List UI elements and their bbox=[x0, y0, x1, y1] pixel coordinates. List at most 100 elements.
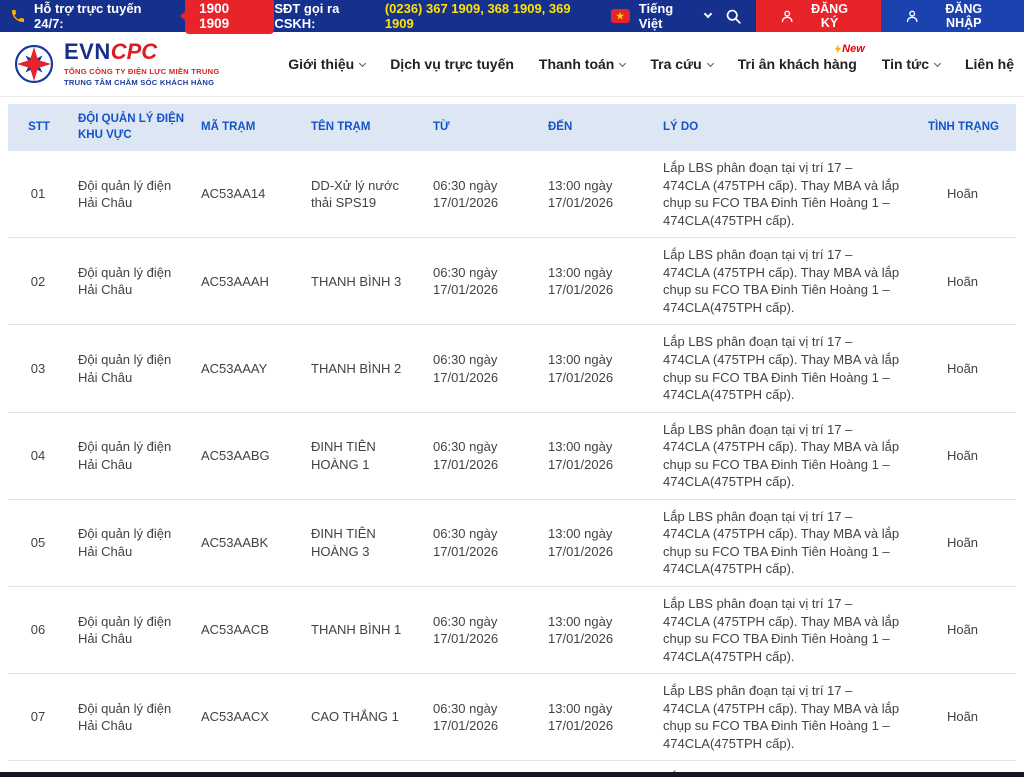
cell-ly_do: Lắp LBS phân đoạn tại vị trí 17 – 474CLA… bbox=[655, 412, 911, 499]
cell-den: 13:00 ngày 17/01/2026 bbox=[540, 674, 655, 761]
cell-tu: 06:30 ngày 17/01/2026 bbox=[425, 325, 540, 412]
brand-text: EVN CPC TỔNG CÔNG TY ĐIỆN LỰC MIỀN TRUNG… bbox=[64, 41, 220, 87]
cell-doi: Đội quản lý điện Hải Châu bbox=[70, 586, 193, 673]
cell-ly_do: Lắp LBS phân đoạn tại vị trí 17 – 474CLA… bbox=[655, 499, 911, 586]
col-ten-tram: TÊN TRẠM bbox=[303, 104, 425, 151]
table-row: 03Đội quản lý điện Hải ChâuAC53AAAYTHANH… bbox=[8, 325, 1016, 412]
nav-dich-vu-truc-tuyen[interactable]: Dịch vụ trực tuyến bbox=[390, 56, 514, 72]
nav-lien-he[interactable]: Liên hệ bbox=[965, 56, 1014, 72]
cell-stt: 06 bbox=[8, 586, 70, 673]
col-ma-tram: MÃ TRẠM bbox=[193, 104, 303, 151]
cell-tu: 06:30 ngày 17/01/2026 bbox=[425, 151, 540, 238]
bottom-bar bbox=[0, 772, 1024, 777]
hotline-badge[interactable]: 1900 1909 bbox=[185, 0, 274, 34]
cell-doi: Đội quản lý điện Hải Châu bbox=[70, 674, 193, 761]
new-badge: New bbox=[834, 43, 865, 55]
cell-den: 13:00 ngày 17/01/2026 bbox=[540, 325, 655, 412]
cell-ten_tram: CAO THẮNG 1 bbox=[303, 674, 425, 761]
cell-tinh_trang: Hoãn bbox=[911, 325, 1016, 412]
topbar-actions: SĐT gọi ra CSKH: (0236) 367 1909, 368 19… bbox=[274, 0, 1024, 32]
cell-tu: 06:30 ngày 17/01/2026 bbox=[425, 586, 540, 673]
register-label: ĐĂNG KÝ bbox=[802, 2, 857, 30]
cell-tu: 06:30 ngày 17/01/2026 bbox=[425, 412, 540, 499]
cell-ma_tram: AC53AAAH bbox=[193, 238, 303, 325]
nav-gioi-thieu[interactable]: Giới thiệu bbox=[288, 56, 365, 72]
chevron-down-icon bbox=[707, 59, 714, 66]
topbar: Hỗ trợ trực tuyến 24/7: 1900 1909 SĐT gọ… bbox=[0, 0, 1024, 32]
col-tu: TỪ bbox=[425, 104, 540, 151]
nav-label: Tra cứu bbox=[650, 56, 701, 72]
cell-den: 13:00 ngày 17/01/2026 bbox=[540, 499, 655, 586]
cskh-numbers: (0236) 367 1909, 368 1909, 369 1909 bbox=[385, 1, 595, 31]
phone-icon bbox=[10, 8, 26, 24]
site-header: EVN CPC TỔNG CÔNG TY ĐIỆN LỰC MIỀN TRUNG… bbox=[0, 32, 1024, 97]
cell-tinh_trang: Hoãn bbox=[911, 412, 1016, 499]
cell-ten_tram: THANH BÌNH 3 bbox=[303, 238, 425, 325]
cell-ten_tram: DD-Xử lý nước thải SPS19 bbox=[303, 151, 425, 238]
col-stt: STT bbox=[8, 104, 70, 151]
search-icon[interactable] bbox=[725, 0, 742, 32]
nav-thanh-toan[interactable]: Thanh toán bbox=[539, 56, 625, 72]
logo-cpc: CPC bbox=[111, 41, 157, 63]
evncpc-logo[interactable]: EVN CPC TỔNG CÔNG TY ĐIỆN LỰC MIỀN TRUNG… bbox=[14, 41, 220, 87]
col-doi-quan-ly: ĐỘI QUẢN LÝ ĐIỆN KHU VỰC bbox=[70, 104, 193, 151]
evn-logo-icon bbox=[14, 44, 54, 84]
nav-label: Tin tức bbox=[882, 56, 929, 72]
vietnam-flag-icon: ★ bbox=[611, 9, 630, 23]
table-row: 02Đội quản lý điện Hải ChâuAC53AAAHTHANH… bbox=[8, 238, 1016, 325]
logo-evn: EVN bbox=[64, 41, 111, 63]
nav-tri-an-khach-hang[interactable]: Tri ân khách hàng New bbox=[738, 56, 857, 72]
cell-ma_tram: AC53AAAY bbox=[193, 325, 303, 412]
nav-label: Giới thiệu bbox=[288, 56, 354, 72]
cell-ma_tram: AC53AABK bbox=[193, 499, 303, 586]
user-icon bbox=[905, 9, 919, 24]
cell-tinh_trang: Hoãn bbox=[911, 238, 1016, 325]
col-den: ĐẾN bbox=[540, 104, 655, 151]
cell-den: 13:00 ngày 17/01/2026 bbox=[540, 586, 655, 673]
cell-ten_tram: ĐINH TIÊN HOÀNG 3 bbox=[303, 499, 425, 586]
chevron-down-icon bbox=[359, 59, 366, 66]
cell-stt: 07 bbox=[8, 674, 70, 761]
cell-den: 13:00 ngày 17/01/2026 bbox=[540, 412, 655, 499]
nav-tra-cuu[interactable]: Tra cứu bbox=[650, 56, 712, 72]
cell-doi: Đội quản lý điện Hải Châu bbox=[70, 238, 193, 325]
main-nav: Giới thiệu Dịch vụ trực tuyến Thanh toán… bbox=[288, 56, 1014, 72]
outage-table: STT ĐỘI QUẢN LÝ ĐIỆN KHU VỰC MÃ TRẠM TÊN… bbox=[8, 104, 1016, 777]
login-button[interactable]: ĐĂNG NHẬP bbox=[881, 0, 1024, 32]
language-label: Tiếng Việt bbox=[639, 1, 698, 31]
cell-doi: Đội quản lý điện Hải Châu bbox=[70, 325, 193, 412]
table-row: 07Đội quản lý điện Hải ChâuAC53AACXCAO T… bbox=[8, 674, 1016, 761]
cell-stt: 04 bbox=[8, 412, 70, 499]
login-label: ĐĂNG NHẬP bbox=[928, 2, 1001, 30]
cell-ma_tram: AC53AACX bbox=[193, 674, 303, 761]
cell-stt: 01 bbox=[8, 151, 70, 238]
cell-ten_tram: THANH BÌNH 2 bbox=[303, 325, 425, 412]
outage-table-wrap: STT ĐỘI QUẢN LÝ ĐIỆN KHU VỰC MÃ TRẠM TÊN… bbox=[8, 104, 1016, 777]
chevron-down-icon bbox=[934, 59, 941, 66]
cell-doi: Đội quản lý điện Hải Châu bbox=[70, 412, 193, 499]
cell-ma_tram: AC53AABG bbox=[193, 412, 303, 499]
cell-tinh_trang: Hoãn bbox=[911, 499, 1016, 586]
language-selector[interactable]: Tiếng Việt bbox=[639, 0, 711, 32]
cell-tu: 06:30 ngày 17/01/2026 bbox=[425, 674, 540, 761]
table-row: 04Đội quản lý điện Hải ChâuAC53AABGĐINH … bbox=[8, 412, 1016, 499]
table-row: 05Đội quản lý điện Hải ChâuAC53AABKĐINH … bbox=[8, 499, 1016, 586]
cell-ly_do: Lắp LBS phân đoạn tại vị trí 17 – 474CLA… bbox=[655, 325, 911, 412]
cell-tu: 06:30 ngày 17/01/2026 bbox=[425, 499, 540, 586]
nav-label: Tri ân khách hàng bbox=[738, 56, 857, 72]
cell-ly_do: Lắp LBS phân đoạn tại vị trí 17 – 474CLA… bbox=[655, 586, 911, 673]
cell-tinh_trang: Hoãn bbox=[911, 674, 1016, 761]
register-button[interactable]: ĐĂNG KÝ bbox=[756, 0, 882, 32]
cell-stt: 05 bbox=[8, 499, 70, 586]
nav-tin-tuc[interactable]: Tin tức bbox=[882, 56, 940, 72]
table-header-row: STT ĐỘI QUẢN LÝ ĐIỆN KHU VỰC MÃ TRẠM TÊN… bbox=[8, 104, 1016, 151]
support-label: Hỗ trợ trực tuyến 24/7: bbox=[34, 1, 169, 31]
cell-tinh_trang: Hoãn bbox=[911, 151, 1016, 238]
cskh-label: SĐT gọi ra CSKH: bbox=[274, 1, 380, 31]
cell-tinh_trang: Hoãn bbox=[911, 586, 1016, 673]
user-icon bbox=[780, 9, 794, 24]
cell-stt: 03 bbox=[8, 325, 70, 412]
table-row: 01Đội quản lý điện Hải ChâuAC53AA14DD-Xử… bbox=[8, 151, 1016, 238]
cell-ly_do: Lắp LBS phân đoạn tại vị trí 17 – 474CLA… bbox=[655, 238, 911, 325]
table-row: 06Đội quản lý điện Hải ChâuAC53AACBTHANH… bbox=[8, 586, 1016, 673]
